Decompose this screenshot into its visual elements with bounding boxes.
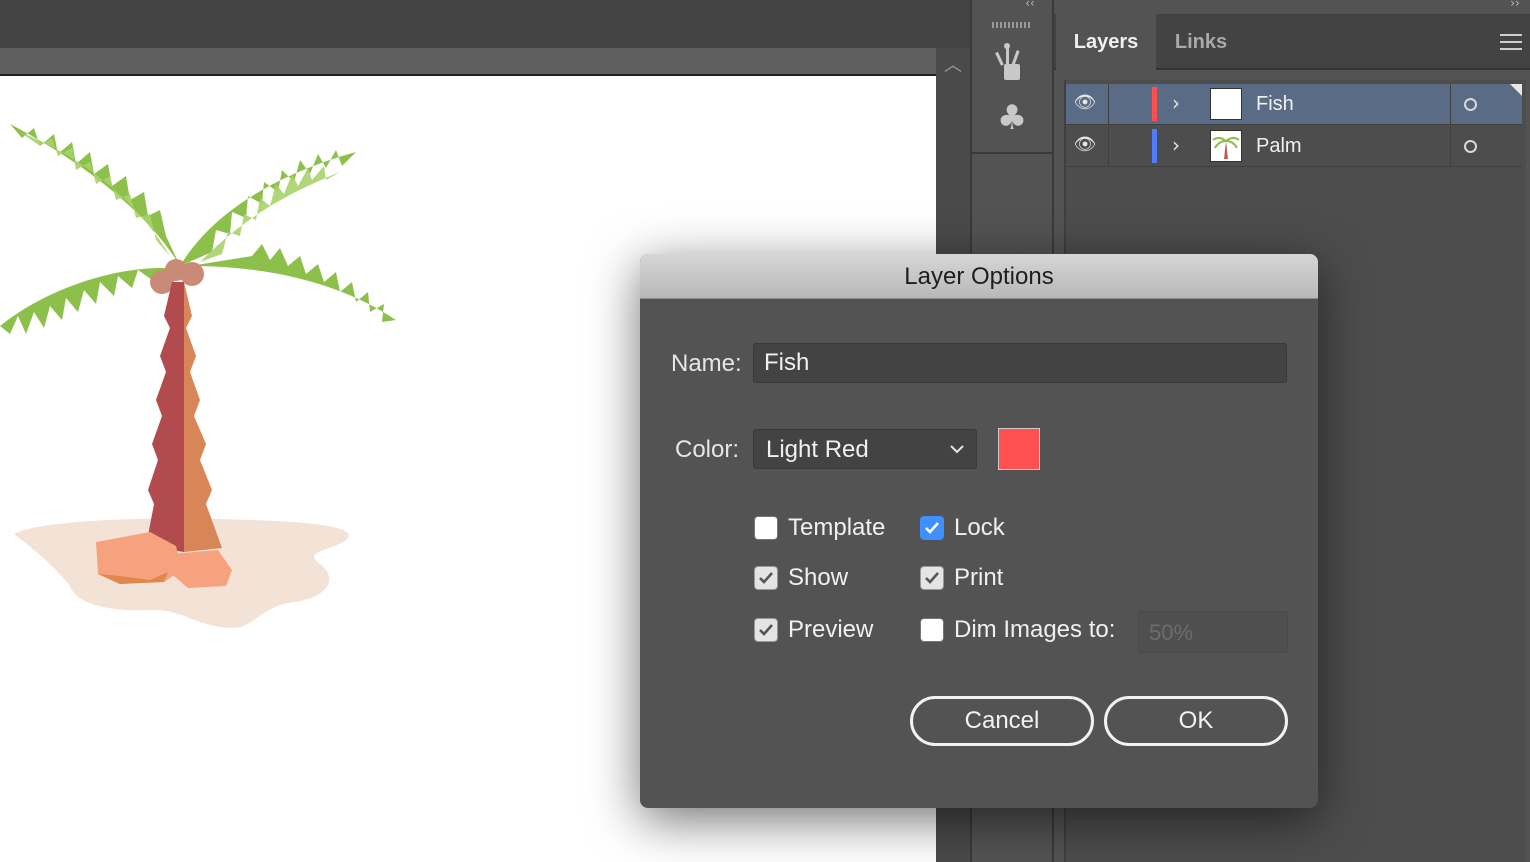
preview-label: Preview — [788, 616, 874, 643]
column-divider — [1108, 84, 1109, 124]
target-circle-icon[interactable] — [1464, 140, 1477, 153]
brush-library-glyph — [995, 43, 1020, 80]
preview-checkbox[interactable] — [754, 618, 778, 642]
scroll-up-chevron-icon[interactable]: ︿ — [942, 54, 964, 78]
visibility-eye-icon[interactable]: 👁 — [1072, 136, 1098, 154]
layer-row-fish[interactable]: 👁 › Fish — [1066, 84, 1522, 125]
lock-label: Lock — [954, 514, 1005, 541]
layer-name[interactable]: Palm — [1256, 126, 1302, 166]
lock-checkbox[interactable] — [920, 516, 944, 540]
ok-button[interactable]: OK — [1104, 696, 1288, 746]
color-select[interactable]: Light Red — [753, 429, 977, 469]
print-checkbox[interactable] — [920, 566, 944, 590]
layer-thumbnail — [1210, 88, 1242, 120]
checkmark-icon — [925, 572, 939, 584]
name-input[interactable]: Fish — [753, 343, 1287, 383]
dim-images-checkbox[interactable] — [920, 618, 944, 642]
dim-images-label: Dim Images to: — [954, 616, 1116, 643]
dock-grip-handle[interactable] — [992, 22, 1032, 28]
chevron-down-icon — [950, 445, 964, 454]
dock-separator — [972, 152, 1052, 154]
column-divider — [1450, 84, 1451, 124]
target-circle-icon[interactable] — [1464, 98, 1477, 111]
layer-color-indicator — [1152, 129, 1157, 163]
dialog-title: Layer Options — [904, 263, 1054, 290]
color-select-value: Light Red — [766, 436, 869, 463]
layer-color-indicator — [1152, 87, 1157, 121]
column-divider — [1108, 126, 1109, 166]
palm-thumbnail-image — [1212, 136, 1240, 159]
expand-chevron-icon[interactable]: › — [1172, 93, 1180, 113]
hamburger-menu-icon[interactable] — [1500, 34, 1522, 52]
collapse-left-chevron-icon[interactable]: ‹‹ — [1020, 0, 1040, 10]
template-label: Template — [788, 514, 886, 541]
layer-row-palm[interactable]: 👁 › Palm — [1066, 126, 1522, 167]
expand-chevron-icon[interactable]: › — [1172, 135, 1180, 155]
show-label: Show — [788, 564, 849, 591]
collapse-right-chevron-icon[interactable]: ›› — [1505, 0, 1525, 10]
document-tab-strip — [0, 48, 936, 76]
column-divider — [1450, 126, 1451, 166]
checkmark-icon — [925, 522, 939, 534]
show-checkbox[interactable] — [754, 566, 778, 590]
checkmark-icon — [759, 572, 773, 584]
layer-thumbnail — [1210, 130, 1242, 162]
tab-layers[interactable]: Layers — [1056, 14, 1156, 70]
name-label: Name: — [671, 350, 742, 377]
checkmark-icon — [759, 624, 773, 636]
selected-art-indicator-icon — [1510, 84, 1522, 96]
cancel-button[interactable]: Cancel — [910, 696, 1094, 746]
brush-library-icon[interactable] — [990, 40, 1034, 84]
color-swatch[interactable] — [998, 428, 1040, 470]
visibility-eye-icon[interactable]: 👁 — [1072, 94, 1098, 112]
layer-options-dialog: Layer Options Name: Fish Color: Light Re… — [640, 254, 1318, 808]
dim-images-input[interactable]: 50% — [1138, 611, 1288, 653]
tab-links[interactable]: Links — [1158, 14, 1244, 70]
layer-name[interactable]: Fish — [1256, 84, 1294, 124]
application-bar — [0, 0, 970, 48]
template-checkbox[interactable] — [754, 516, 778, 540]
print-label: Print — [954, 564, 1004, 591]
symbols-club-icon[interactable]: ♣ — [990, 96, 1034, 140]
color-label: Color: — [675, 436, 740, 463]
